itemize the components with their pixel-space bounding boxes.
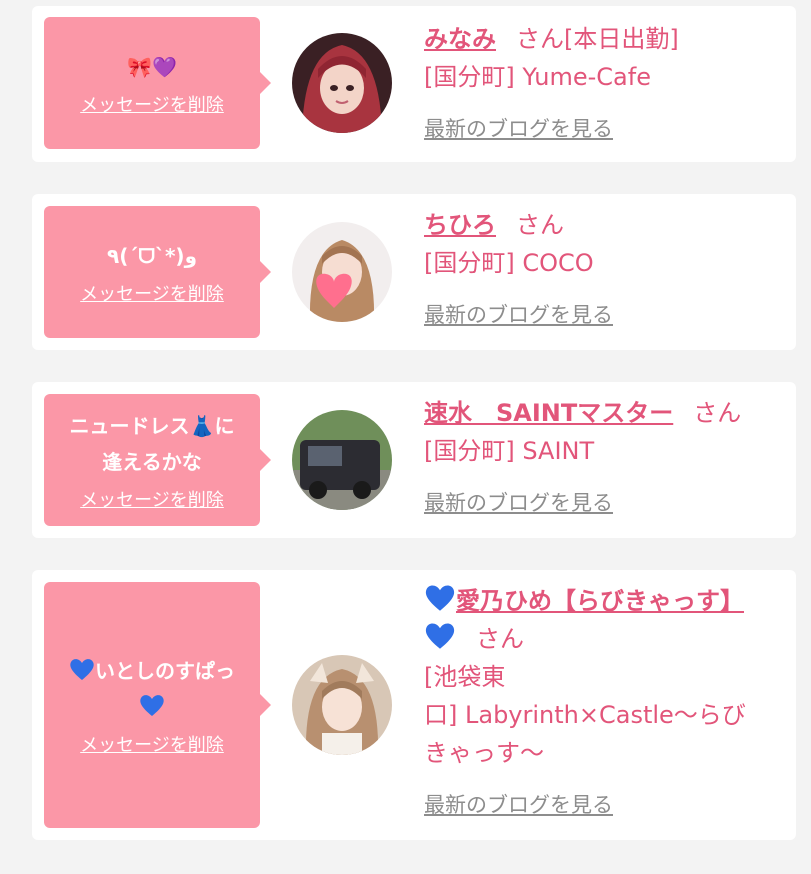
girl-info: 愛乃ひめ【らびきゃっす】 さん [池袋東 口] Labyrinth×Castle… [424,582,786,824]
delete-message-link[interactable]: メッセージを削除 [80,731,224,757]
message-bubble: いとしのすぱっ メッセージを削除 [44,582,271,828]
avatar[interactable] [292,222,392,322]
blue-heart-icon [140,695,164,716]
avatar[interactable] [292,410,392,510]
name-line: ちひろ さん [424,206,786,244]
shop-name: [国分町] COCO [424,249,594,277]
message-text-line-1: ニュードレス👗に [69,414,235,438]
name-line: 速水 SAINTマスター さん [424,394,786,432]
delete-message-link[interactable]: メッセージを削除 [80,486,224,512]
honorific: さん [476,625,524,653]
message-text: ٩(ˊᗜˋ*)و [107,244,197,268]
blue-heart-icon [425,585,455,611]
shop-name-line-3: きゃっす〜 [424,739,544,767]
work-status: [本日出勤] [564,25,679,53]
avatar[interactable] [292,33,392,133]
honorific: さん [516,211,564,239]
message-text: いとしのすぱっ [95,659,235,683]
girl-name-link[interactable]: 速水 SAINTマスター [424,399,673,427]
message-card: ニュードレス👗に 逢えるかな メッセージを削除 速水 SAINTマスター さん [… [32,382,796,538]
message-card: ٩(ˊᗜˋ*)و メッセージを削除 ちひろ さん [国分町] COCO 最新のブロ… [32,194,796,350]
latest-blog-link[interactable]: 最新のブログを見る [424,110,786,148]
latest-blog-link[interactable]: 最新のブログを見る [424,484,786,522]
message-card: 🎀💜 メッセージを削除 みなみ さん[本日出勤] [国分町] Yume-Cafe … [32,6,796,162]
message-bubble: 🎀💜 メッセージを削除 [44,17,271,149]
girl-name-link[interactable]: ちひろ [424,211,496,239]
avatar[interactable] [292,655,392,755]
message-bubble: ٩(ˊᗜˋ*)و メッセージを削除 [44,206,271,338]
shop-name: [国分町] SAINT [424,437,595,465]
message-text-line-2 [139,689,165,725]
shop-name: [国分町] Yume-Cafe [424,63,651,91]
name-line: 愛乃ひめ【らびきゃっす】 [424,582,786,620]
girl-info: みなみ さん[本日出勤] [国分町] Yume-Cafe 最新のブログを見る [424,20,786,148]
girl-name-link[interactable]: 愛乃ひめ【らびきゃっす】 [456,587,744,615]
girl-info: ちひろ さん [国分町] COCO 最新のブログを見る [424,206,786,334]
blue-heart-icon [425,623,455,649]
honorific: さん [693,399,742,427]
girl-name-link[interactable]: みなみ [424,25,496,53]
shop-name-line-2: 口] Labyrinth×Castle〜らび [424,701,746,729]
blue-heart-icon [70,659,94,680]
message-card: いとしのすぱっ メッセージを削除 愛乃ひめ【らびきゃっす】 さん [池袋東 口]… [32,570,796,840]
delete-message-link[interactable]: メッセージを削除 [80,91,224,117]
name-line-2: さん [424,620,786,658]
girl-info: 速水 SAINTマスター さん [国分町] SAINT 最新のブログを見る [424,394,786,522]
message-text: 🎀💜 [127,55,177,79]
latest-blog-link[interactable]: 最新のブログを見る [424,786,786,824]
message-bubble: ニュードレス👗に 逢えるかな メッセージを削除 [44,394,271,526]
shop-name-line-1: [池袋東 [424,663,506,691]
name-line: みなみ さん[本日出勤] [424,20,786,58]
message-text-line-1: いとしのすぱっ [69,653,235,689]
latest-blog-link[interactable]: 最新のブログを見る [424,296,786,334]
delete-message-link[interactable]: メッセージを削除 [80,280,224,306]
honorific: さん [516,25,564,53]
message-text-line-2: 逢えるかな [102,450,202,474]
